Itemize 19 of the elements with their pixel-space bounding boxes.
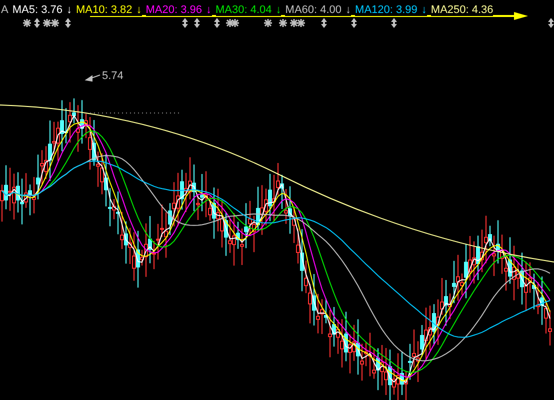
legend-arrow: ↓ — [66, 4, 72, 16]
asterisk-icon — [23, 19, 31, 27]
peak-price-label: 5.74 — [102, 69, 124, 84]
legend-label: MA20: 3.96 — [146, 4, 202, 16]
legend-arrow: ↓ — [136, 4, 142, 16]
legend-arrow: ↓ — [206, 4, 212, 16]
legend-arrow: ↓ — [421, 4, 427, 16]
legend-label: MA120: 3.99 — [355, 4, 418, 16]
leader-line — [84, 74, 100, 82]
legend-label: MA10: 3.82 — [76, 4, 132, 16]
legend-label: MA60: 4.00 — [285, 4, 342, 16]
asterisk-icon — [279, 19, 287, 27]
legend-label: MA30: 4.04 — [216, 4, 272, 16]
asterisk-icon — [264, 19, 272, 27]
legend-label: MA5: 3.76 — [12, 4, 62, 16]
legend-arrow: ↓ — [346, 4, 352, 16]
legend-arrow: ↓ — [276, 4, 282, 16]
legend-label: MA250: 4.36 — [430, 4, 494, 16]
legend-label: A — [1, 4, 8, 16]
